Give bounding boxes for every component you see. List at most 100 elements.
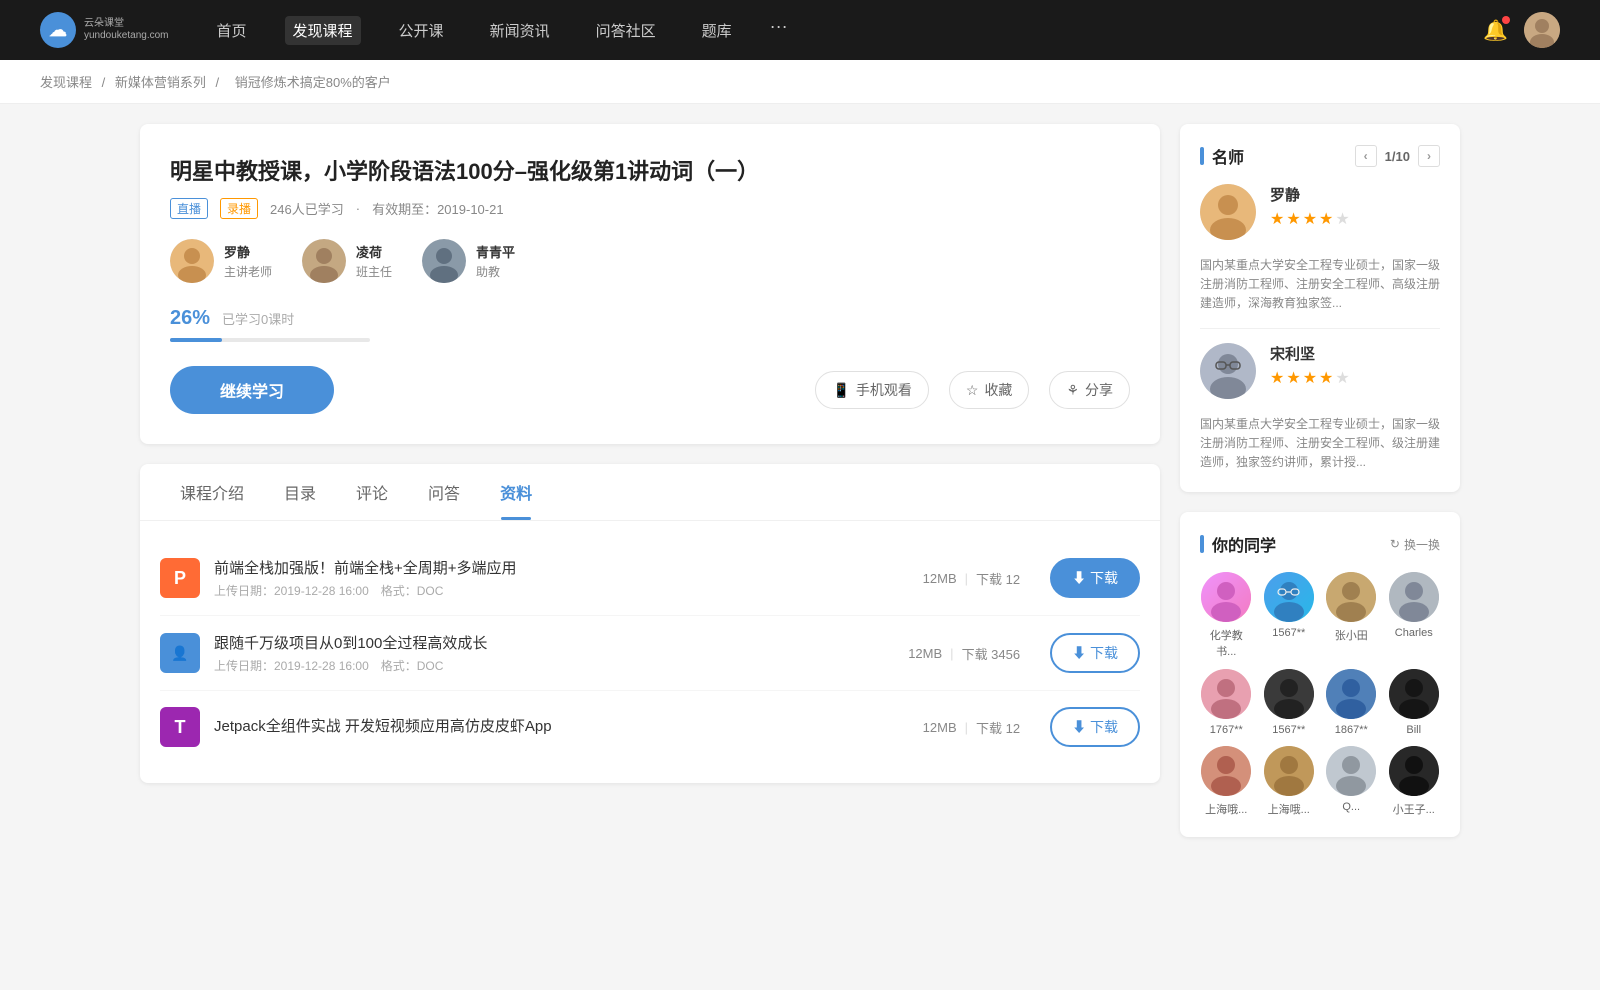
classmates-grid: 化学教书... 1567** [1200,572,1440,817]
resource-size-3: 12MB [923,720,957,735]
classmates-sidebar-card: 你的同学 ↻ 换一换 化学教书... [1180,512,1460,837]
tab-qa[interactable]: 问答 [408,464,480,520]
classmate-4-name: Charles [1395,627,1433,639]
breadcrumb-link-1[interactable]: 发现课程 [40,75,92,90]
course-students: 246人已学习 [270,199,344,218]
sidebar-teacher-1: 罗静 ★ ★ ★ ★ ★ [1200,184,1440,240]
classmate-11-avatar [1326,746,1376,796]
resource-name-3: Jetpack全组件实战 开发短视频应用高仿皮皮虾App [214,715,893,736]
progress-sub: 已学习0课时 [222,309,294,328]
resource-size-2: 12MB [908,646,942,661]
sidebar-teacher-1-stars: ★ ★ ★ ★ ★ [1270,209,1440,229]
resource-item-2: 👤 跟随千万级项目从0到100全过程高效成长 上传日期：2019-12-28 1… [160,616,1140,691]
teacher-2-avatar [302,239,346,283]
classmate-2[interactable]: 1567** [1263,572,1316,659]
continue-button[interactable]: 继续学习 [170,366,334,414]
share-button[interactable]: ⚘ 分享 [1049,371,1130,409]
resource-info-2: 跟随千万级项目从0到100全过程高效成长 上传日期：2019-12-28 16:… [214,632,878,674]
classmate-11-name: Q... [1342,801,1360,813]
share-label: 分享 [1085,380,1113,400]
classmate-2-name: 1567** [1272,627,1305,639]
teacher-2-info: 凌荷 班主任 [356,242,392,280]
classmate-11[interactable]: Q... [1325,746,1378,817]
classmate-8-avatar [1389,669,1439,719]
teacher-3-role: 助教 [476,263,515,280]
resource-stats-3: 12MB | 下载 12 [923,718,1020,737]
nav-more[interactable]: ··· [770,16,788,45]
classmate-8-name: Bill [1406,724,1421,736]
tab-intro[interactable]: 课程介绍 [160,464,264,520]
classmate-3-name: 张小田 [1335,627,1368,643]
classmate-1[interactable]: 化学教书... [1200,572,1253,659]
sidebar-teacher-2-desc: 国内某重点大学安全工程专业硕士，国家一级注册消防工程师、注册安全工程师、级注册建… [1200,415,1440,473]
classmate-6[interactable]: 1567** [1263,669,1316,736]
nav-right: 🔔 [1483,12,1560,48]
resource-name-2: 跟随千万级项目从0到100全过程高效成长 [214,632,878,653]
teacher-3-avatar [422,239,466,283]
classmate-10[interactable]: 上海哦... [1263,746,1316,817]
sidebar-teacher-2: 宋利坚 ★ ★ ★ ★ ★ [1200,343,1440,399]
sidebar-teacher-1-desc: 国内某重点大学安全工程专业硕士，国家一级注册消防工程师、注册安全工程师、高级注册… [1200,256,1440,314]
classmate-5[interactable]: 1767** [1200,669,1253,736]
breadcrumb-link-2[interactable]: 新媒体营销系列 [115,75,206,90]
classmate-3[interactable]: 张小田 [1325,572,1378,659]
sidebar-teacher-2-name: 宋利坚 [1270,343,1440,364]
resource-downloads-2: 下载 3456 [962,644,1021,663]
classmate-8[interactable]: Bill [1388,669,1441,736]
tabs-card: 课程介绍 目录 评论 问答 资料 P 前端全栈加强版！前端全栈+全周期+多端应用… [140,464,1160,783]
resource-info-1: 前端全栈加强版！前端全栈+全周期+多端应用 上传日期：2019-12-28 16… [214,557,893,599]
navbar: ☁ 云朵课堂 yundouketang.com 首页 发现课程 公开课 新闻资讯… [0,0,1600,60]
logo-text: 云朵课堂 yundouketang.com [84,18,169,42]
fav-button[interactable]: ☆ 收藏 [949,371,1030,409]
teachers-sidebar-card: 名师 ‹ 1/10 › [1180,124,1460,492]
share-icon: ⚘ [1066,382,1079,399]
download-button-1[interactable]: ⬇ 下载 [1050,558,1140,598]
classmates-header: 你的同学 ↻ 换一换 [1200,532,1440,556]
classmates-title-bar [1200,535,1204,553]
teacher-1-name: 罗静 [224,242,272,261]
user-avatar-nav[interactable] [1524,12,1560,48]
resource-meta-2: 上传日期：2019-12-28 16:00 格式：DOC [214,657,878,674]
nav-next-arrow[interactable]: › [1418,145,1440,167]
download-button-2[interactable]: ⬇ 下载 [1050,633,1140,673]
tab-resources[interactable]: 资料 [480,464,552,520]
sidebar-teacher-2-avatar [1200,343,1256,399]
progress-bar-bg [170,338,370,342]
tabs-content: P 前端全栈加强版！前端全栈+全周期+多端应用 上传日期：2019-12-28 … [140,521,1160,783]
nav-item-home[interactable]: 首页 [209,16,255,45]
bell-icon[interactable]: 🔔 [1483,18,1508,43]
classmate-9[interactable]: 上海哦... [1200,746,1253,817]
teachers-sidebar-label: 名师 [1212,144,1244,168]
refresh-button[interactable]: ↻ 换一换 [1390,536,1440,553]
teacher-1-role: 主讲老师 [224,263,272,280]
left-content: 明星中教授课，小学阶段语法100分–强化级第1讲动词（一） 直播 录播 246人… [140,124,1160,857]
nav-item-qa[interactable]: 问答社区 [588,16,664,45]
classmate-12[interactable]: 小王子... [1388,746,1441,817]
classmate-7[interactable]: 1867** [1325,669,1378,736]
download-button-3[interactable]: ⬇ 下载 [1050,707,1140,747]
nav-item-public[interactable]: 公开课 [391,16,452,45]
classmate-9-name: 上海哦... [1205,801,1247,817]
teachers-sidebar-title: 名师 ‹ 1/10 › [1200,144,1440,168]
classmate-2-avatar [1264,572,1314,622]
tab-review[interactable]: 评论 [336,464,408,520]
logo[interactable]: ☁ 云朵课堂 yundouketang.com [40,12,169,48]
nav-item-questions[interactable]: 题库 [694,16,740,45]
progress-label: 26% 已学习0课时 [170,307,1130,330]
resource-stats-1: 12MB | 下载 12 [923,569,1020,588]
teacher-1: 罗静 主讲老师 [170,239,272,283]
nav-item-discover[interactable]: 发现课程 [285,16,361,45]
classmates-title-label: 你的同学 [1212,532,1276,556]
nav-prev-arrow[interactable]: ‹ [1355,145,1377,167]
classmate-10-name: 上海哦... [1268,801,1310,817]
classmate-7-avatar [1326,669,1376,719]
nav-item-news[interactable]: 新闻资讯 [482,16,558,45]
refresh-label: 换一换 [1404,536,1440,553]
sidebar-teacher-1-avatar [1200,184,1256,240]
classmate-6-avatar [1264,669,1314,719]
teachers-section: 罗静 主讲老师 凌荷 班主任 [170,239,1130,283]
progress-bar-fill [170,338,222,342]
tab-catalog[interactable]: 目录 [264,464,336,520]
classmate-4[interactable]: Charles [1388,572,1441,659]
phone-watch-button[interactable]: 📱 手机观看 [815,371,928,409]
